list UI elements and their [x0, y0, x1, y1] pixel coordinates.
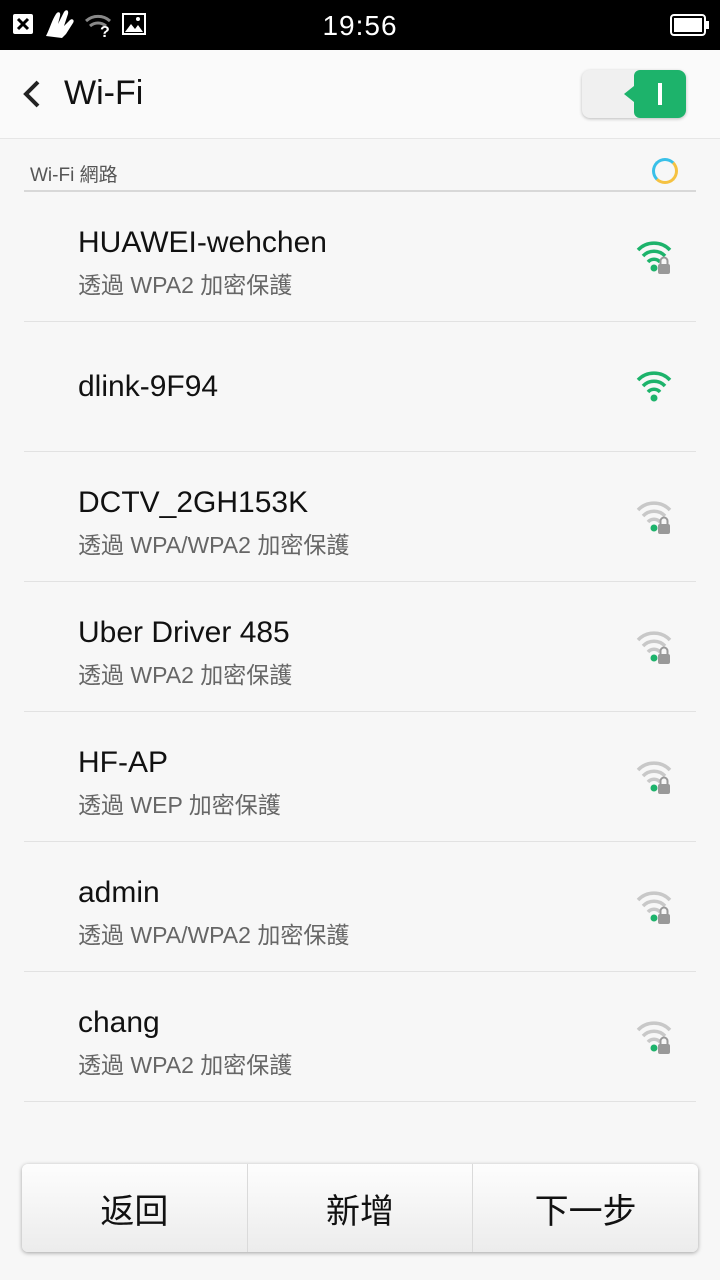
battery-icon [670, 14, 709, 36]
network-item[interactable]: HUAWEI-wehchen 透過 WPA2 加密保護 [24, 192, 696, 322]
network-ssid: HF-AP [78, 746, 168, 779]
network-ssid: admin [78, 876, 160, 909]
section-label: Wi-Fi 網路 [30, 165, 118, 186]
network-security: 透過 WPA/WPA2 加密保護 [78, 532, 350, 558]
status-bar: ? 19:56 [0, 0, 720, 50]
wifi-locked-weak-icon [636, 1021, 672, 1054]
wifi-strong-icon [636, 371, 672, 402]
next-step-button[interactable]: 下一步 [472, 1164, 698, 1252]
back-arrow-icon[interactable] [18, 76, 48, 112]
network-item[interactable]: dlink-9F94 [24, 322, 696, 452]
network-security: 透過 WPA2 加密保護 [78, 662, 293, 688]
network-ssid: dlink-9F94 [78, 370, 219, 403]
back-button[interactable]: 返回 [22, 1164, 247, 1252]
section-header: Wi-Fi 網路 [24, 140, 696, 192]
network-security: 透過 WEP 加密保護 [78, 792, 281, 818]
network-ssid: Uber Driver 485 [78, 616, 290, 649]
wifi-locked-strong-icon [636, 241, 672, 274]
network-list: HUAWEI-wehchen 透過 WPA2 加密保護 dlink-9F94 D… [24, 192, 696, 1102]
network-item[interactable]: admin 透過 WPA/WPA2 加密保護 [24, 842, 696, 972]
wifi-toggle[interactable] [582, 70, 686, 118]
network-item[interactable]: HF-AP 透過 WEP 加密保護 [24, 712, 696, 842]
network-ssid: HUAWEI-wehchen [78, 226, 327, 259]
add-network-button[interactable]: 新增 [246, 1164, 473, 1252]
wifi-locked-weak-icon [636, 631, 672, 664]
network-ssid: DCTV_2GH153K [78, 486, 309, 519]
network-security: 透過 WPA/WPA2 加密保護 [78, 922, 350, 948]
wifi-locked-weak-icon [636, 891, 672, 924]
network-security: 透過 WPA2 加密保護 [78, 272, 293, 298]
wifi-locked-weak-icon [636, 501, 672, 534]
bottom-action-bar: 返回 新增 下一步 [22, 1164, 698, 1252]
page-title: Wi-Fi [64, 74, 144, 112]
wifi-locked-weak-icon [636, 761, 672, 794]
loading-spinner-icon [652, 158, 678, 184]
network-item[interactable]: chang 透過 WPA2 加密保護 [24, 972, 696, 1102]
network-item[interactable]: DCTV_2GH153K 透過 WPA/WPA2 加密保護 [24, 452, 696, 582]
toggle-on-knob [624, 70, 686, 118]
app-bar: Wi-Fi [0, 50, 720, 139]
network-item[interactable]: Uber Driver 485 透過 WPA2 加密保護 [24, 582, 696, 712]
network-security: 透過 WPA2 加密保護 [78, 1052, 293, 1078]
status-time: 19:56 [322, 10, 398, 41]
network-ssid: chang [78, 1006, 160, 1039]
